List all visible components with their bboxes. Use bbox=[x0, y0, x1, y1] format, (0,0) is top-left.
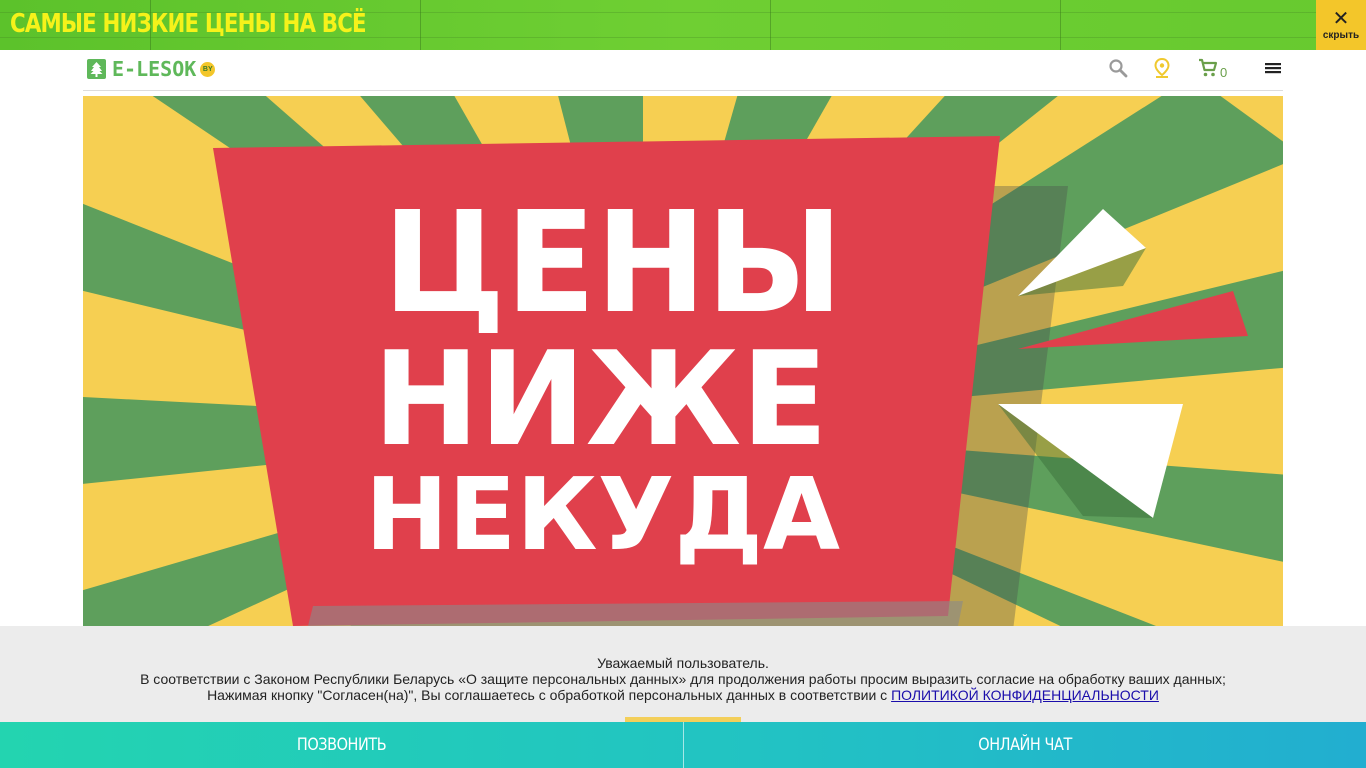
search-icon[interactable] bbox=[1108, 58, 1128, 80]
promo-close-button[interactable]: ✕ скрыть bbox=[1316, 0, 1366, 50]
online-chat-button[interactable]: ОНЛАЙН ЧАТ bbox=[684, 722, 1366, 768]
wood-plank-line bbox=[770, 0, 771, 50]
promo-banner[interactable]: САМЫЕ НИЗКИЕ ЦЕНЫ НА ВСЁ ✕ скрыть bbox=[0, 0, 1366, 50]
cookie-greeting: Уважаемый пользователь. bbox=[597, 655, 769, 671]
logo-country-badge: BY bbox=[200, 61, 216, 77]
site-header: E-LESOK BY 0 bbox=[83, 50, 1283, 91]
call-button-label: ПОЗВОНИТЬ bbox=[296, 735, 387, 755]
cart-count-badge: 0 bbox=[1220, 65, 1228, 80]
promo-text: САМЫЕ НИЗКИЕ ЦЕНЫ НА ВСЁ bbox=[10, 9, 367, 39]
wood-plank-line bbox=[1060, 0, 1061, 50]
cookie-consent-text: Нажимая кнопку "Согласен(на)", Вы соглаш… bbox=[0, 687, 1366, 703]
bottom-action-bar: ПОЗВОНИТЬ ОНЛАЙН ЧАТ bbox=[0, 722, 1366, 768]
cart-icon[interactable] bbox=[1198, 58, 1218, 80]
cookie-consent-prefix: Нажимая кнопку "Согласен(на)", Вы соглаш… bbox=[207, 687, 892, 703]
tree-icon bbox=[87, 59, 106, 79]
menu-icon[interactable] bbox=[1264, 58, 1282, 80]
location-pin-icon[interactable] bbox=[1154, 57, 1170, 80]
logo-text: E-LESOK bbox=[112, 57, 197, 81]
hero-artwork: ЦЕНЫ НИЖЕ НЕКУДА bbox=[83, 96, 1283, 626]
cookie-consent-panel: Уважаемый пользователь. В соответствии с… bbox=[0, 626, 1366, 722]
call-button[interactable]: ПОЗВОНИТЬ bbox=[0, 722, 683, 768]
site-logo[interactable]: E-LESOK BY bbox=[87, 57, 216, 81]
privacy-policy-link[interactable]: ПОЛИТИКОЙ КОНФИДЕНЦИАЛЬНОСТИ bbox=[891, 687, 1159, 703]
promo-close-label: скрыть bbox=[1322, 30, 1360, 41]
wood-plank-line bbox=[420, 0, 421, 50]
hero-line-1: ЦЕНЫ bbox=[383, 182, 843, 345]
online-chat-label: ОНЛАЙН ЧАТ bbox=[977, 735, 1072, 755]
hero-banner[interactable]: ЦЕНЫ НИЖЕ НЕКУДА bbox=[83, 96, 1283, 626]
hero-line-2: НИЖЕ bbox=[373, 323, 828, 475]
cookie-law-text: В соответствии с Законом Республики Бела… bbox=[140, 671, 1226, 687]
close-icon: ✕ bbox=[1332, 8, 1350, 30]
hero-line-3: НЕКУДА bbox=[365, 456, 840, 573]
